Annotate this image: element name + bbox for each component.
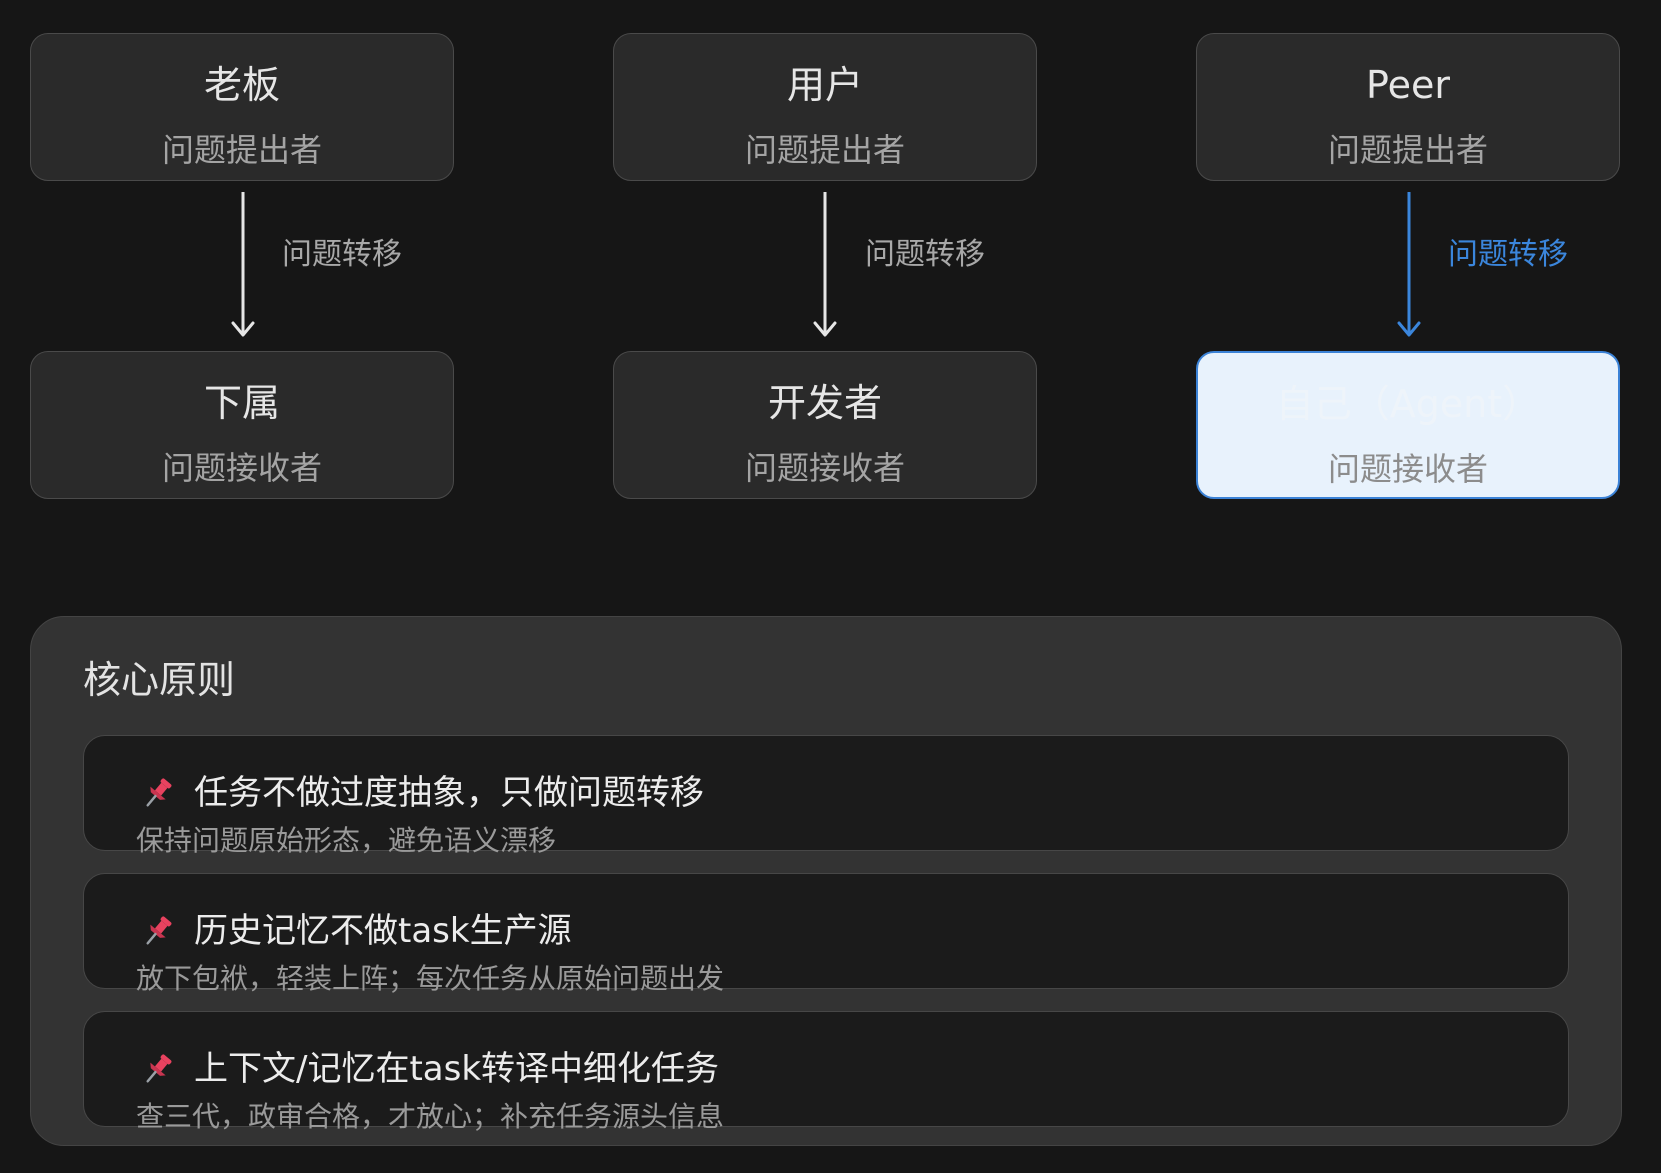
edge-label-transfer: 问题转移 [865, 237, 985, 272]
node-subordinate: 下属 问题接收者 [30, 351, 454, 499]
node-subtitle: 问题接收者 [161, 449, 322, 487]
node-title: 下属 [203, 381, 280, 425]
principle-desc: 放下包袱，轻装上阵；每次任务从原始问题出发 [136, 962, 725, 995]
principle-desc: 保持问题原始形态，避免语义漂移 [136, 824, 557, 857]
diagram-canvas: 老板 问题提出者 问题转移 下属 问题接收者 用户 问题提出者 问题转移 开发者… [0, 0, 1661, 1173]
edge-label-transfer: 问题转移 [1448, 237, 1568, 272]
principle-card: 上下文/记忆在task转译中细化任务 查三代，政审合格，才放心；补充任务源头信息 [83, 1011, 1569, 1133]
node-title: 用户 [786, 63, 863, 107]
node-developer: 开发者 问题接收者 [613, 351, 1037, 499]
node-subtitle: 问题提出者 [1327, 131, 1488, 169]
node-subtitle: 问题提出者 [161, 131, 322, 169]
node-user: 用户 问题提出者 [613, 33, 1037, 181]
node-title: 老板 [203, 63, 280, 107]
pushpin-icon [146, 916, 172, 945]
node-title: 自己（Agent） [1275, 382, 1541, 426]
arrow-down-icon [231, 192, 255, 337]
principle-title: 任务不做过度抽象，只做问题转移 [194, 773, 704, 813]
principle-head: 上下文/记忆在task转译中细化任务 [140, 1048, 719, 1090]
principle-title: 历史记忆不做task生产源 [194, 911, 572, 951]
node-title: Peer [1366, 63, 1450, 107]
principle-desc: 查三代，政审合格，才放心；补充任务源头信息 [136, 1100, 725, 1133]
node-subtitle: 问题提出者 [744, 131, 905, 169]
pushpin-icon [146, 1054, 172, 1083]
principle-card: 历史记忆不做task生产源 放下包袱，轻装上阵；每次任务从原始问题出发 [83, 873, 1569, 995]
principle-card: 任务不做过度抽象，只做问题转移 保持问题原始形态，避免语义漂移 [83, 735, 1569, 857]
edge-label-transfer: 问题转移 [282, 237, 402, 272]
principles-panel: 核心原则 任务不做过度抽象，只做问题转移 保持问题原始形态，避免语义漂移 历史记… [30, 616, 1622, 1146]
pushpin-icon [146, 778, 172, 807]
node-boss: 老板 问题提出者 [30, 33, 454, 181]
node-subtitle: 问题接收者 [1327, 450, 1488, 488]
node-peer: Peer 问题提出者 [1196, 33, 1620, 181]
panel-title: 核心原则 [83, 658, 236, 702]
principle-head: 历史记忆不做task生产源 [140, 910, 572, 952]
arrow-down-icon [813, 192, 837, 337]
principle-head: 任务不做过度抽象，只做问题转移 [140, 772, 704, 814]
node-title: 开发者 [767, 381, 882, 425]
arrow-down-icon [1397, 192, 1421, 337]
node-self-agent: 自己（Agent） 问题接收者 [1196, 351, 1620, 499]
node-subtitle: 问题接收者 [744, 449, 905, 487]
principle-title: 上下文/记忆在task转译中细化任务 [194, 1049, 720, 1089]
